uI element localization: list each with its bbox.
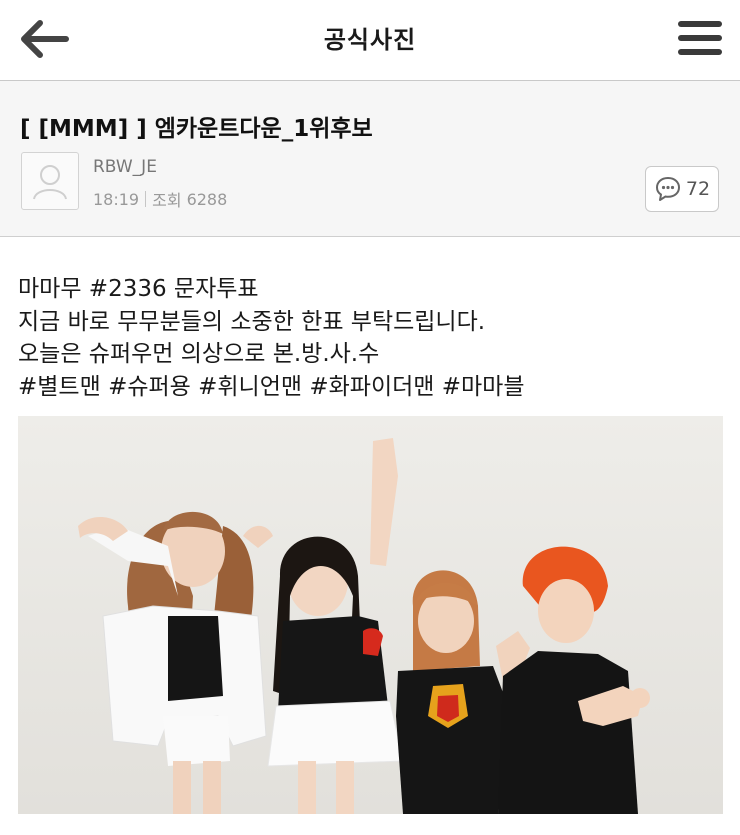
views-count: 6288 xyxy=(186,189,228,209)
page-title: 공식사진 xyxy=(323,26,417,54)
group-photo-image xyxy=(18,416,723,814)
post-meta: 18:19 조회 6288 xyxy=(93,187,227,211)
post-header: [ [MMM] ] 엠카운트다운_1위후보 RBW_JE 18:19 조회 62… xyxy=(0,81,740,237)
post-photo[interactable] xyxy=(18,416,723,814)
user-placeholder-icon xyxy=(33,165,67,200)
comments-button[interactable]: 72 xyxy=(645,166,719,212)
body-line: 지금 바로 무무분들의 소중한 한표 부탁드립니다. xyxy=(18,308,486,335)
menu-button[interactable] xyxy=(672,14,728,62)
author-name[interactable]: RBW_JE xyxy=(93,157,157,177)
post-title: [ [MMM] ] 엠카운트다운_1위후보 xyxy=(20,116,373,142)
meta-divider xyxy=(145,191,147,207)
comment-count: 72 xyxy=(685,178,711,200)
body-line: 마마무 #2336 문자투표 xyxy=(18,276,259,302)
body-line: 오늘은 슈퍼우먼 의상으로 본.방.사.수 xyxy=(18,341,380,367)
speech-bubble-icon xyxy=(655,177,680,201)
post-body: 마마무 #2336 문자투표 지금 바로 무무분들의 소중한 한표 부탁드립니다… xyxy=(18,273,723,403)
body-line: #별트맨 #슈퍼용 #휘니언맨 #화파이더맨 #마마블 xyxy=(18,373,525,400)
hamburger-menu-icon xyxy=(678,21,722,55)
post-time: 18:19 xyxy=(93,189,140,209)
views-label: 조회 xyxy=(152,191,182,210)
avatar[interactable] xyxy=(21,152,79,210)
app-bar: 공식사진 xyxy=(0,0,740,81)
